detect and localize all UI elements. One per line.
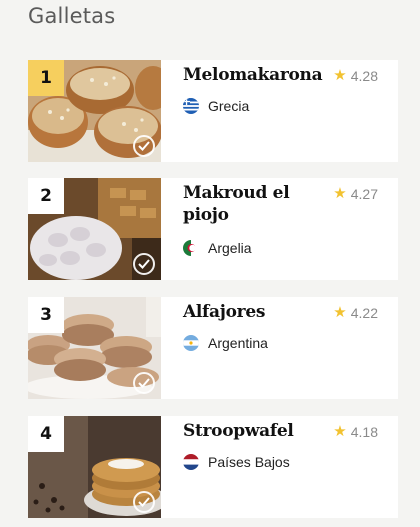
- country-name[interactable]: Grecia: [208, 98, 249, 114]
- dish-photo[interactable]: 3: [28, 297, 161, 399]
- page-title: Galletas: [28, 4, 116, 28]
- check-icon[interactable]: [133, 253, 155, 275]
- country-link[interactable]: Países Bajos: [183, 454, 290, 470]
- check-icon[interactable]: [133, 491, 155, 513]
- country-name[interactable]: Argentina: [208, 335, 268, 351]
- dish-photo[interactable]: 2: [28, 178, 161, 280]
- country-link[interactable]: Argelia: [183, 240, 252, 256]
- dish-name[interactable]: Stroopwafel: [183, 420, 323, 442]
- country-link[interactable]: Argentina: [183, 335, 268, 351]
- dish-photo[interactable]: 4: [28, 416, 161, 518]
- dish-name[interactable]: Alfajores: [183, 301, 323, 323]
- dish-name[interactable]: Makroud el piojo: [183, 182, 323, 226]
- country-link[interactable]: Grecia: [183, 98, 249, 114]
- rank-badge: 4: [28, 416, 64, 452]
- star-icon: ★: [333, 304, 347, 321]
- country-name[interactable]: Argelia: [208, 240, 252, 256]
- rank-badge: 2: [28, 178, 64, 214]
- check-icon[interactable]: [133, 372, 155, 394]
- dish-card[interactable]: 4 Stroopwafel ★ 4.18 Países Bajos: [28, 416, 398, 518]
- rating: ★ 4.18: [333, 424, 378, 440]
- dish-name[interactable]: Melomakarona: [183, 64, 323, 86]
- dish-card[interactable]: 2 Makroud el piojo ★ 4.27 Argelia: [28, 178, 398, 280]
- check-icon[interactable]: [133, 135, 155, 157]
- rating-value: 4.27: [350, 186, 378, 202]
- rating: ★ 4.28: [333, 68, 378, 84]
- star-icon: ★: [333, 185, 347, 202]
- star-icon: ★: [333, 423, 347, 440]
- dish-card[interactable]: 3 Alfajores ★ 4.22 Argentina: [28, 297, 398, 399]
- rating: ★ 4.22: [333, 305, 378, 321]
- algeria-flag-icon: [183, 240, 199, 256]
- netherlands-flag-icon: [183, 454, 199, 470]
- greece-flag-icon: [183, 98, 199, 114]
- dish-photo[interactable]: 1: [28, 60, 161, 162]
- rank-badge: 1: [28, 60, 64, 96]
- rating: ★ 4.27: [333, 186, 378, 202]
- country-name[interactable]: Países Bajos: [208, 454, 290, 470]
- rating-value: 4.18: [350, 424, 378, 440]
- rating-value: 4.22: [350, 305, 378, 321]
- dish-card[interactable]: 1 Melomakarona ★ 4.28 Grecia: [28, 60, 398, 162]
- argentina-flag-icon: [183, 335, 199, 351]
- rating-value: 4.28: [350, 68, 378, 84]
- star-icon: ★: [333, 67, 347, 84]
- rank-badge: 3: [28, 297, 64, 333]
